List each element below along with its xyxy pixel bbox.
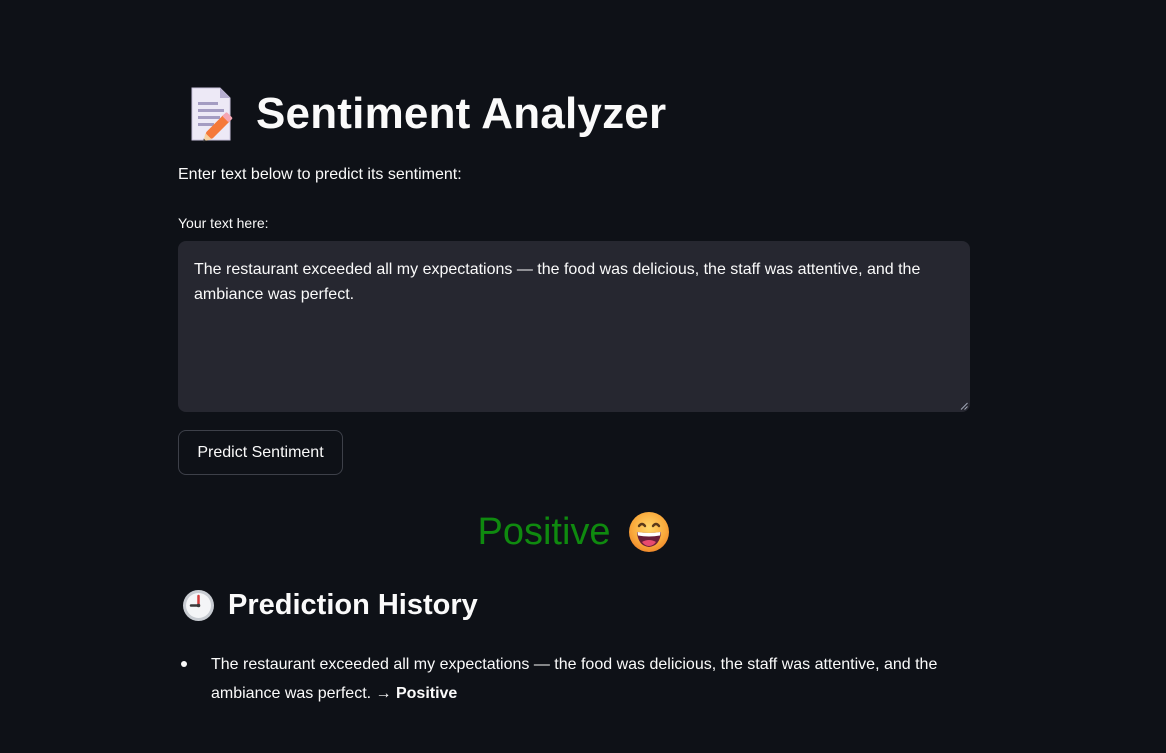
sentiment-result-label: Positive [477, 510, 611, 553]
memo-icon [191, 87, 233, 142]
page-title: Sentiment Analyzer [256, 89, 667, 138]
list-bullet [181, 661, 187, 667]
page-title-row: Sentiment Analyzer [188, 86, 666, 142]
history-item-label: Positive [395, 685, 458, 702]
history-item: The restaurant exceeded all my expectati… [178, 650, 978, 708]
text-input-area[interactable]: The restaurant exceeded all my expectati… [178, 241, 970, 412]
intro-text: Enter text below to predict its sentimen… [178, 166, 462, 183]
grinning-face-icon [628, 512, 669, 552]
history-item-arrow: → [371, 685, 396, 702]
text-input-value[interactable]: The restaurant exceeded all my expectati… [194, 257, 964, 307]
app-page: Sentiment Analyzer Enter text below to p… [0, 0, 1166, 753]
history-item-text: The restaurant exceeded all my expectati… [211, 656, 938, 702]
history-heading-text: Prediction History [228, 589, 478, 621]
clock-icon [183, 590, 214, 621]
sentiment-result: Positive [178, 510, 970, 554]
text-input-label: Your text here: [178, 215, 269, 231]
history-heading: Prediction History [182, 589, 478, 622]
predict-sentiment-button[interactable]: Predict Sentiment [178, 430, 343, 475]
history-list: The restaurant exceeded all my expectati… [178, 650, 978, 708]
resize-handle-icon[interactable] [960, 402, 968, 410]
